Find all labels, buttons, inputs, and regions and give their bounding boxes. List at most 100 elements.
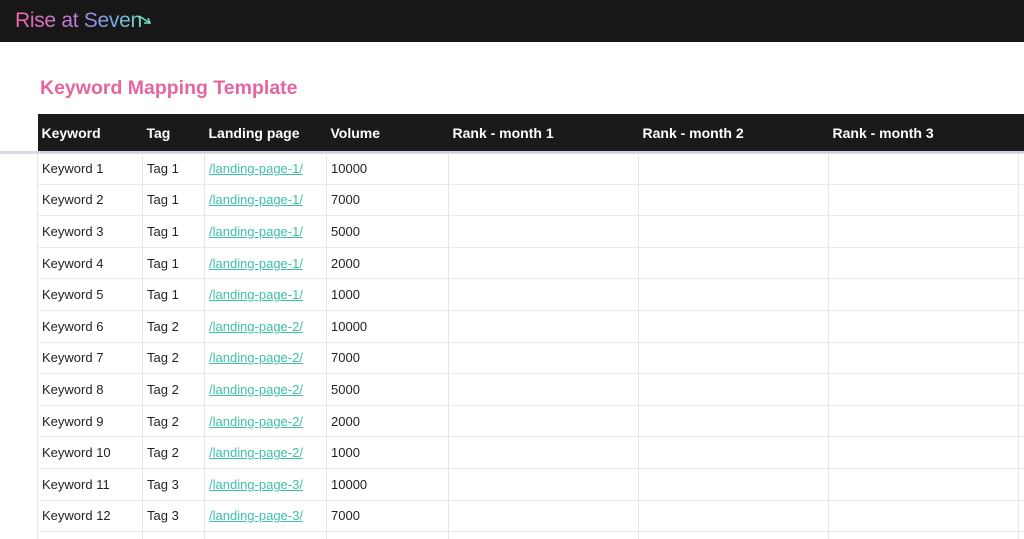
- tag-cell[interactable]: Tag 2: [142, 373, 205, 406]
- landing-page-link[interactable]: /landing-page-2/: [209, 319, 303, 334]
- rank-month-3-cell[interactable]: [828, 184, 1019, 217]
- landing-page-link[interactable]: /landing-page-2/: [209, 445, 303, 460]
- volume-cell[interactable]: 10000: [326, 468, 449, 501]
- rank-month-1-cell[interactable]: [448, 500, 639, 533]
- extra-cell[interactable]: [1018, 184, 1024, 217]
- rank-month-1-cell[interactable]: [448, 278, 639, 311]
- landing-page-cell[interactable]: /landing-page-1/: [204, 150, 327, 185]
- extra-cell[interactable]: [1018, 342, 1024, 375]
- landing-page-cell[interactable]: /landing-page-1/: [204, 215, 327, 248]
- keyword-cell[interactable]: Keyword 6: [37, 310, 143, 343]
- rank-month-2-cell[interactable]: [638, 531, 829, 539]
- landing-page-link[interactable]: /landing-page-1/: [209, 161, 303, 176]
- keyword-cell[interactable]: Keyword 7: [37, 342, 143, 375]
- landing-page-link[interactable]: /landing-page-1/: [209, 224, 303, 239]
- volume-cell[interactable]: [326, 531, 449, 539]
- volume-cell[interactable]: 5000: [326, 215, 449, 248]
- keyword-cell[interactable]: Keyword 3: [37, 215, 143, 248]
- col-header-rank-month-1[interactable]: Rank - month 1: [448, 114, 639, 152]
- tag-cell[interactable]: Tag 1: [142, 184, 205, 217]
- volume-cell[interactable]: 7000: [326, 342, 449, 375]
- landing-page-link[interactable]: /landing-page-3/: [209, 508, 303, 523]
- rank-month-2-cell[interactable]: [638, 150, 829, 185]
- col-header-volume[interactable]: Volume: [326, 114, 449, 152]
- rank-month-3-cell[interactable]: [828, 531, 1019, 539]
- landing-page-link[interactable]: /landing-page-2/: [209, 414, 303, 429]
- volume-cell[interactable]: 1000: [326, 278, 449, 311]
- landing-page-cell[interactable]: /landing-page-2/: [204, 436, 327, 469]
- landing-page-cell[interactable]: /landing-page-1/: [204, 278, 327, 311]
- extra-cell[interactable]: [1018, 468, 1024, 501]
- landing-page-link[interactable]: /landing-page-3/: [209, 477, 303, 492]
- tag-cell[interactable]: Tag 1: [142, 278, 205, 311]
- landing-page-cell[interactable]: [204, 531, 327, 539]
- landing-page-link[interactable]: /landing-page-2/: [209, 382, 303, 397]
- rank-month-2-cell[interactable]: [638, 310, 829, 343]
- extra-cell[interactable]: [1018, 531, 1024, 539]
- brand-logo[interactable]: Rise at Seven: [15, 7, 142, 35]
- col-header-keyword[interactable]: Keyword: [37, 114, 143, 152]
- rank-month-2-cell[interactable]: [638, 500, 829, 533]
- col-header-tag[interactable]: Tag: [142, 114, 205, 152]
- extra-cell[interactable]: [1018, 500, 1024, 533]
- landing-page-cell[interactable]: /landing-page-2/: [204, 405, 327, 438]
- volume-cell[interactable]: 2000: [326, 247, 449, 280]
- rank-month-3-cell[interactable]: [828, 278, 1019, 311]
- extra-cell[interactable]: [1018, 373, 1024, 406]
- rank-month-2-cell[interactable]: [638, 436, 829, 469]
- rank-month-2-cell[interactable]: [638, 278, 829, 311]
- extra-cell[interactable]: [1018, 278, 1024, 311]
- rank-month-1-cell[interactable]: [448, 342, 639, 375]
- rank-month-3-cell[interactable]: [828, 405, 1019, 438]
- landing-page-link[interactable]: /landing-page-2/: [209, 350, 303, 365]
- col-header-more[interactable]: [1018, 114, 1024, 152]
- landing-page-cell[interactable]: /landing-page-2/: [204, 342, 327, 375]
- keyword-cell[interactable]: Keyword 10: [37, 436, 143, 469]
- landing-page-link[interactable]: /landing-page-1/: [209, 256, 303, 271]
- keyword-cell[interactable]: Keyword 8: [37, 373, 143, 406]
- volume-cell[interactable]: 10000: [326, 310, 449, 343]
- col-header-rank-month-3[interactable]: Rank - month 3: [828, 114, 1019, 152]
- rank-month-2-cell[interactable]: [638, 405, 829, 438]
- rank-month-1-cell[interactable]: [448, 468, 639, 501]
- volume-cell[interactable]: 5000: [326, 373, 449, 406]
- keyword-cell[interactable]: [37, 531, 143, 539]
- tag-cell[interactable]: Tag 1: [142, 150, 205, 185]
- rank-month-3-cell[interactable]: [828, 215, 1019, 248]
- rank-month-1-cell[interactable]: [448, 247, 639, 280]
- tag-cell[interactable]: Tag 1: [142, 247, 205, 280]
- tag-cell[interactable]: Tag 2: [142, 310, 205, 343]
- extra-cell[interactable]: [1018, 405, 1024, 438]
- rank-month-3-cell[interactable]: [828, 500, 1019, 533]
- landing-page-link[interactable]: /landing-page-1/: [209, 287, 303, 302]
- keyword-cell[interactable]: Keyword 2: [37, 184, 143, 217]
- keyword-cell[interactable]: Keyword 11: [37, 468, 143, 501]
- tag-cell[interactable]: Tag 2: [142, 436, 205, 469]
- rank-month-2-cell[interactable]: [638, 373, 829, 406]
- tag-cell[interactable]: Tag 3: [142, 500, 205, 533]
- landing-page-cell[interactable]: /landing-page-1/: [204, 247, 327, 280]
- rank-month-2-cell[interactable]: [638, 184, 829, 217]
- landing-page-cell[interactable]: /landing-page-3/: [204, 500, 327, 533]
- col-header-rank-month-2[interactable]: Rank - month 2: [638, 114, 829, 152]
- rank-month-1-cell[interactable]: [448, 150, 639, 185]
- keyword-cell[interactable]: Keyword 9: [37, 405, 143, 438]
- extra-cell[interactable]: [1018, 215, 1024, 248]
- rank-month-1-cell[interactable]: [448, 184, 639, 217]
- col-header-landing-page[interactable]: Landing page: [204, 114, 327, 152]
- tag-cell[interactable]: Tag 1: [142, 215, 205, 248]
- rank-month-1-cell[interactable]: [448, 310, 639, 343]
- keyword-cell[interactable]: Keyword 12: [37, 500, 143, 533]
- landing-page-cell[interactable]: /landing-page-2/: [204, 310, 327, 343]
- volume-cell[interactable]: 1000: [326, 436, 449, 469]
- volume-cell[interactable]: 7000: [326, 500, 449, 533]
- rank-month-3-cell[interactable]: [828, 436, 1019, 469]
- extra-cell[interactable]: [1018, 150, 1024, 185]
- rank-month-3-cell[interactable]: [828, 468, 1019, 501]
- landing-page-cell[interactable]: /landing-page-2/: [204, 373, 327, 406]
- extra-cell[interactable]: [1018, 247, 1024, 280]
- landing-page-cell[interactable]: /landing-page-1/: [204, 184, 327, 217]
- rank-month-1-cell[interactable]: [448, 215, 639, 248]
- tag-cell[interactable]: [142, 531, 205, 539]
- tag-cell[interactable]: Tag 3: [142, 468, 205, 501]
